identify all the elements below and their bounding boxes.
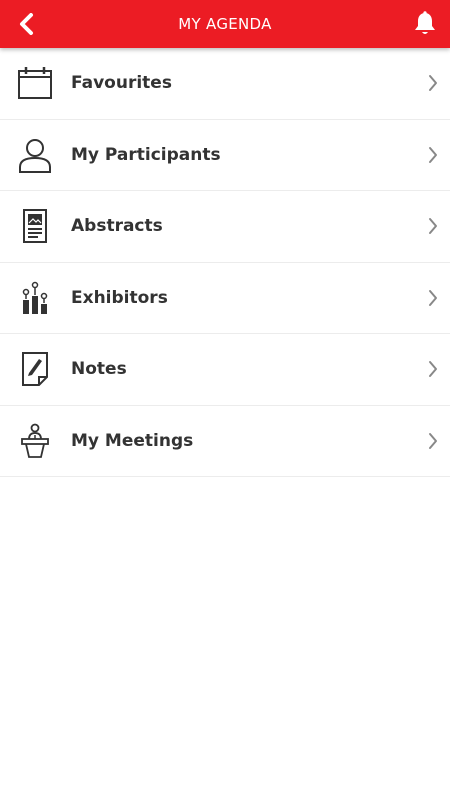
calendar-icon [17, 65, 53, 101]
menu-item-favourites[interactable]: Favourites [0, 48, 450, 120]
menu-item-my-participants[interactable]: My Participants [0, 120, 450, 191]
chevron-right-icon [426, 145, 440, 165]
menu-item-label: Abstracts [71, 216, 163, 237]
bell-icon [415, 11, 435, 34]
note-pencil-icon [17, 351, 53, 387]
menu-item-label: Exhibitors [71, 287, 168, 308]
menu-item-exhibitors[interactable]: Exhibitors [0, 263, 450, 334]
podium-speaker-icon [17, 423, 53, 459]
chevron-left-icon [20, 13, 33, 35]
chevron-right-icon [426, 359, 440, 379]
chevron-right-icon [426, 73, 440, 93]
notifications-button[interactable] [412, 10, 438, 38]
menu-item-label: My Meetings [71, 430, 194, 451]
app-header: MY AGENDA [0, 0, 450, 48]
document-image-icon [17, 208, 53, 244]
menu-item-label: Notes [71, 359, 127, 380]
menu-item-notes[interactable]: Notes [0, 334, 450, 406]
map-pins-bars-icon [17, 280, 53, 316]
chevron-right-icon [426, 431, 440, 451]
menu-item-label: My Participants [71, 144, 221, 165]
menu-item-abstracts[interactable]: Abstracts [0, 191, 450, 263]
agenda-menu: Favourites My Participants Abstracts Exh… [0, 48, 450, 477]
person-icon [17, 137, 53, 173]
menu-item-label: Favourites [71, 73, 172, 94]
back-button[interactable] [14, 10, 38, 38]
page-title: MY AGENDA [178, 15, 272, 33]
chevron-right-icon [426, 216, 440, 236]
chevron-right-icon [426, 288, 440, 308]
menu-item-my-meetings[interactable]: My Meetings [0, 406, 450, 477]
